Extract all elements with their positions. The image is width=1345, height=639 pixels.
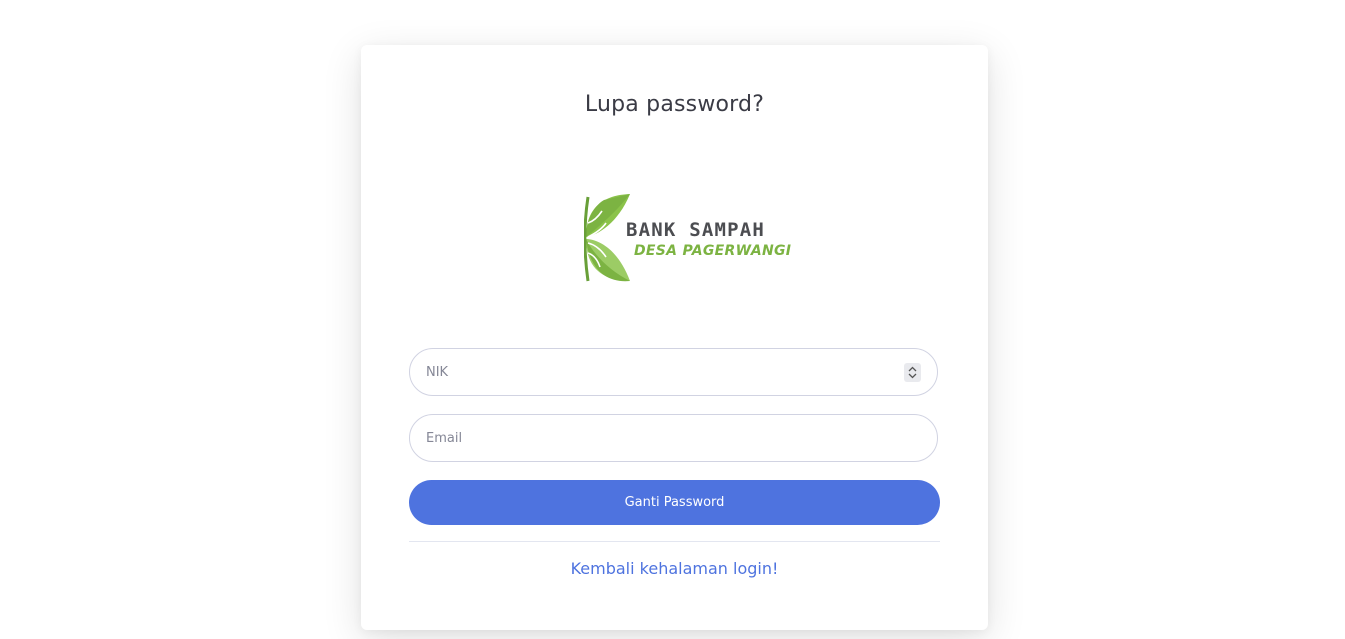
logo-subtitle: DESA PAGERWANGI	[634, 243, 792, 259]
divider	[409, 541, 940, 542]
page-title: Lupa password?	[584, 92, 765, 117]
chevron-down-icon[interactable]	[908, 373, 917, 379]
nik-field[interactable]	[409, 348, 938, 396]
back-to-login-link[interactable]: Kembali kehalaman login!	[361, 559, 988, 578]
bank-sampah-logo: BANK SAMPAH DESA PAGERWANGI	[584, 193, 791, 283]
leaf-icon	[584, 194, 630, 282]
forgot-password-card: Lupa password? BANK SAMPAH DESA PAGERWAN…	[361, 45, 988, 630]
logo-title: BANK SAMPAH	[626, 219, 766, 241]
chevron-up-icon[interactable]	[908, 366, 917, 372]
email-field[interactable]	[409, 414, 938, 462]
change-password-button[interactable]: Ganti Password	[409, 480, 940, 525]
email-input[interactable]	[426, 415, 896, 461]
nik-input[interactable]	[426, 349, 896, 395]
number-spinner[interactable]	[904, 363, 921, 382]
